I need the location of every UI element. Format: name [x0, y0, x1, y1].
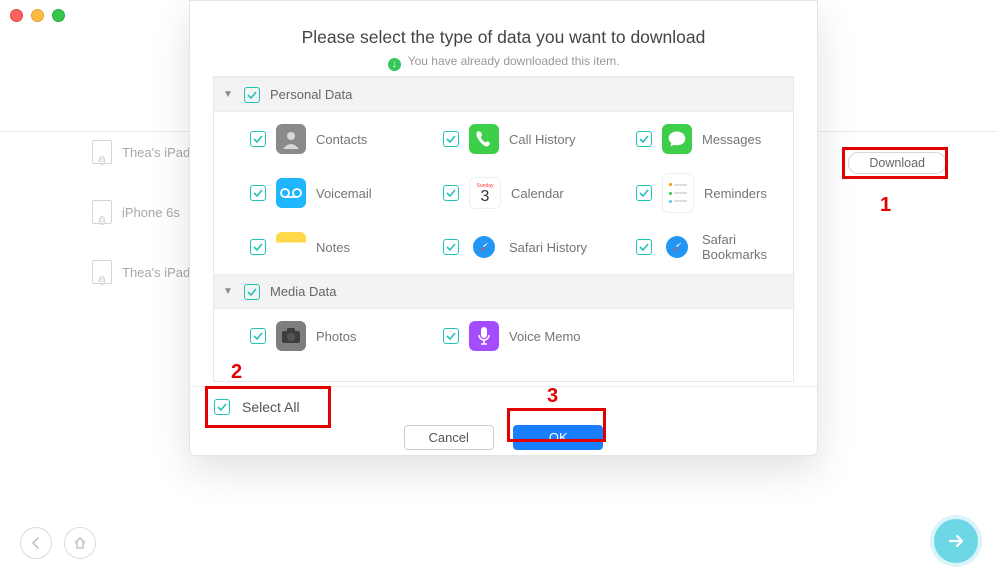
notes-icon: [276, 232, 306, 262]
dialog-subtitle-text: You have already downloaded this item.: [408, 54, 620, 68]
contacts-icon: [276, 124, 306, 154]
datatype-voice-memo[interactable]: Voice Memo: [407, 309, 600, 363]
datatype-calendar[interactable]: Sunday 3 Calendar: [407, 166, 600, 220]
datatype-label: Call History: [509, 132, 575, 147]
annotation-step-1: 1: [880, 194, 891, 217]
device-item[interactable]: Thea's iPad: [92, 260, 190, 284]
datatype-label: Safari Bookmarks: [702, 232, 793, 262]
voicemail-icon: [276, 178, 306, 208]
datatype-call-history[interactable]: Call History: [407, 112, 600, 166]
device-label: Thea's iPad: [122, 145, 190, 160]
data-type-list: ▼ Personal Data Contacts Call History: [213, 76, 794, 382]
datatype-label: Reminders: [704, 186, 767, 201]
device-item[interactable]: iPhone 6s: [92, 200, 190, 224]
datatype-label: Voice Memo: [509, 329, 581, 344]
dialog-buttons: Cancel OK: [190, 425, 817, 450]
zoom-icon[interactable]: [52, 9, 65, 22]
annotation-box-2: [205, 386, 331, 428]
annotation-box-3: [507, 408, 606, 442]
datatype-label: Calendar: [511, 186, 564, 201]
dialog-title: Please select the type of data you want …: [190, 27, 817, 48]
microphone-icon: [469, 321, 499, 351]
datatype-safari-bookmarks[interactable]: Safari Bookmarks: [600, 220, 793, 274]
close-icon[interactable]: [10, 9, 23, 22]
checkbox[interactable]: [636, 185, 652, 201]
annotation-step-2: 2: [231, 361, 242, 384]
safari-icon: [469, 232, 499, 262]
checkbox[interactable]: [244, 87, 260, 103]
checkbox[interactable]: [636, 239, 652, 255]
cancel-button[interactable]: Cancel: [404, 425, 494, 450]
datatype-voicemail[interactable]: Voicemail: [214, 166, 407, 220]
checkbox[interactable]: [250, 131, 266, 147]
datatype-notes[interactable]: Notes: [214, 220, 407, 274]
iphone-icon: [92, 200, 112, 224]
reminders-icon: [662, 173, 694, 213]
checkbox[interactable]: [443, 185, 459, 201]
ipad-icon: [92, 140, 112, 164]
datatype-label: Safari History: [509, 240, 587, 255]
bottom-nav: [20, 527, 96, 559]
checkbox[interactable]: [250, 239, 266, 255]
datatype-messages[interactable]: Messages: [600, 112, 793, 166]
messages-icon: [662, 124, 692, 154]
device-label: iPhone 6s: [122, 205, 180, 220]
ipad-icon: [92, 260, 112, 284]
datatype-label: Contacts: [316, 132, 367, 147]
checkbox[interactable]: [244, 284, 260, 300]
checkbox[interactable]: [250, 185, 266, 201]
section-title: Media Data: [270, 284, 336, 299]
datatype-reminders[interactable]: Reminders: [600, 166, 793, 220]
minimize-icon[interactable]: [31, 9, 44, 22]
dialog-subtitle: ↓ You have already downloaded this item.: [190, 54, 817, 71]
chevron-down-icon[interactable]: ▼: [222, 286, 234, 297]
datatype-label: Messages: [702, 132, 761, 147]
datatype-contacts[interactable]: Contacts: [214, 112, 407, 166]
empty-cell: [600, 309, 793, 363]
checkbox[interactable]: [250, 328, 266, 344]
datatype-label: Notes: [316, 240, 350, 255]
checkbox[interactable]: [443, 131, 459, 147]
device-sidebar: Thea's iPad iPhone 6s Thea's iPad: [92, 140, 190, 284]
datatype-photos[interactable]: Photos: [214, 309, 407, 363]
checkbox[interactable]: [443, 239, 459, 255]
checkbox[interactable]: [443, 328, 459, 344]
back-button[interactable]: [20, 527, 52, 559]
datatype-label: Voicemail: [316, 186, 372, 201]
window-controls: [10, 9, 65, 22]
next-button[interactable]: [934, 519, 978, 563]
phone-icon: [469, 124, 499, 154]
checkbox[interactable]: [636, 131, 652, 147]
section-title: Personal Data: [270, 87, 352, 102]
section-header-personal[interactable]: ▼ Personal Data: [214, 77, 793, 112]
device-item[interactable]: Thea's iPad: [92, 140, 190, 164]
downloaded-icon: ↓: [388, 58, 401, 71]
personal-data-grid: Contacts Call History Messages: [214, 112, 793, 274]
home-button[interactable]: [64, 527, 96, 559]
device-label: Thea's iPad: [122, 265, 190, 280]
media-data-grid: Photos Voice Memo: [214, 309, 793, 363]
datatype-safari-history[interactable]: Safari History: [407, 220, 600, 274]
annotation-box-1: [842, 147, 948, 179]
chevron-down-icon[interactable]: ▼: [222, 89, 234, 100]
safari-icon: [662, 232, 692, 262]
calendar-icon: Sunday 3: [469, 177, 501, 209]
camera-icon: [276, 321, 306, 351]
annotation-step-3: 3: [547, 385, 558, 408]
section-header-media[interactable]: ▼ Media Data: [214, 274, 793, 309]
datatype-label: Photos: [316, 329, 356, 344]
